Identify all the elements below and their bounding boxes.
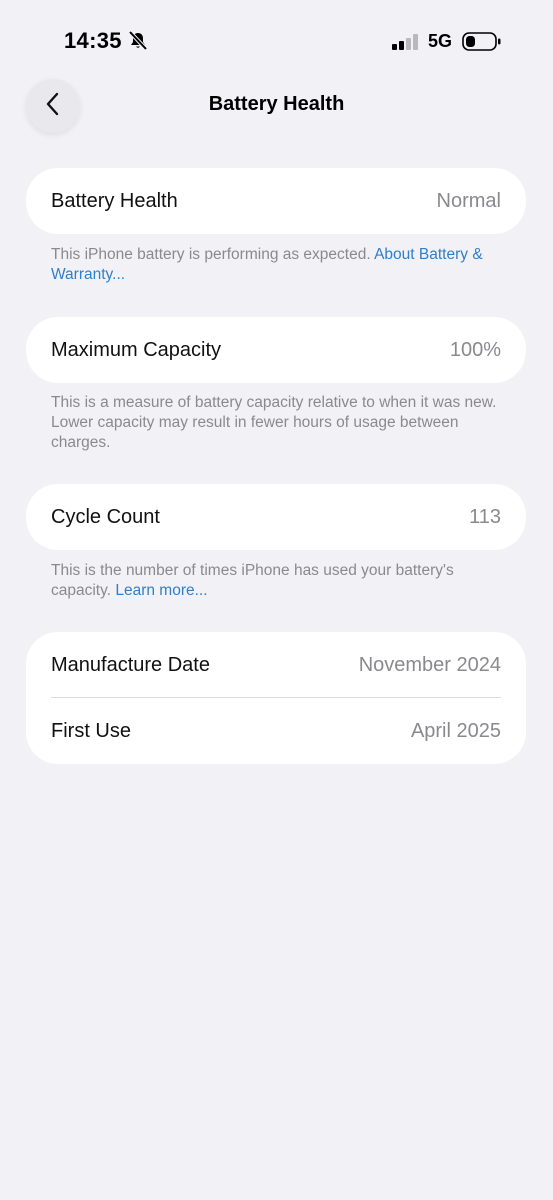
manufacture-date-row: Manufacture Date November 2024 xyxy=(26,632,526,698)
battery-health-footnote-text: This iPhone battery is performing as exp… xyxy=(51,246,371,263)
battery-health-value: Normal xyxy=(436,189,501,212)
maximum-capacity-card: Maximum Capacity 100% xyxy=(26,317,526,383)
battery-health-card: Battery Health Normal xyxy=(26,168,526,234)
maximum-capacity-footnote: This is a measure of battery capacity re… xyxy=(51,394,497,451)
cycle-count-footnote-text: This is the number of times iPhone has u… xyxy=(51,562,454,599)
learn-more-link[interactable]: Learn more... xyxy=(115,582,207,599)
first-use-value: April 2025 xyxy=(410,719,501,742)
status-time: 14:35 xyxy=(64,28,122,53)
cycle-count-row: Cycle Count 113 xyxy=(26,484,526,550)
battery-health-footnote: This iPhone battery is performing as exp… xyxy=(51,245,501,285)
dates-card: Manufacture Date November 2024 First Use… xyxy=(26,632,526,764)
battery-health-row: Battery Health Normal xyxy=(26,168,526,234)
bell-slash-icon xyxy=(127,30,149,52)
network-type: 5G xyxy=(428,31,453,51)
first-use-label: First Use xyxy=(51,719,131,742)
cycle-count-value: 113 xyxy=(469,505,501,528)
battery-health-label: Battery Health xyxy=(51,189,178,212)
manufacture-date-label: Manufacture Date xyxy=(51,653,210,676)
cycle-count-footnote: This is the number of times iPhone has u… xyxy=(51,561,501,601)
maximum-capacity-value: 100% xyxy=(449,338,501,361)
battery-icon xyxy=(462,32,502,51)
cycle-count-label: Cycle Count xyxy=(51,505,160,528)
cycle-count-card: Cycle Count 113 xyxy=(26,484,526,550)
cellular-signal-icon xyxy=(392,34,420,50)
page-title: Battery Health xyxy=(208,93,345,115)
maximum-capacity-row: Maximum Capacity 100% xyxy=(26,317,526,383)
maximum-capacity-label: Maximum Capacity xyxy=(51,338,222,361)
first-use-row: First Use April 2025 xyxy=(26,698,526,764)
manufacture-date-value: November 2024 xyxy=(358,653,501,676)
status-bar: 14:35 5G xyxy=(0,0,553,80)
